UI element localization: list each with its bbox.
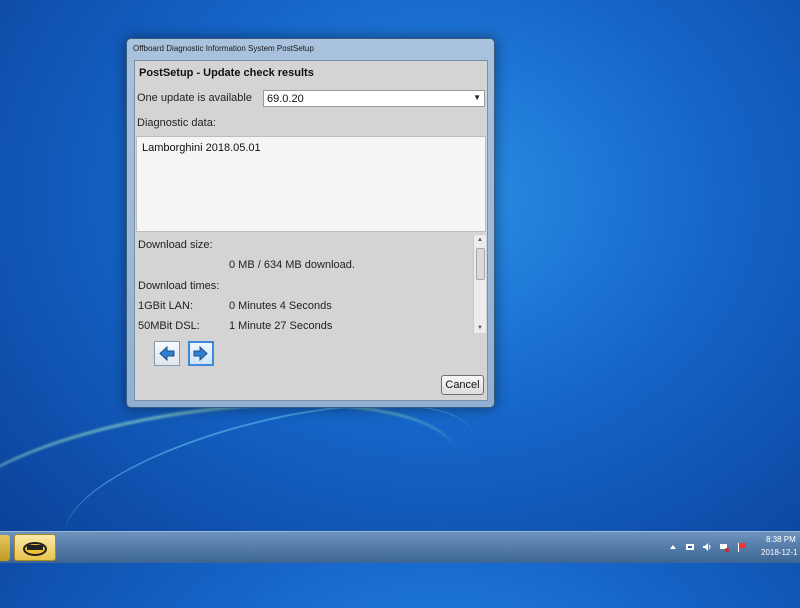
cancel-button[interactable]: Cancel [441, 375, 484, 395]
arrow-left-icon [159, 345, 175, 362]
download-info-panel: Download size: 0 MB / 634 MB download. D… [136, 235, 486, 333]
lan-label: 1GBit LAN: [138, 300, 194, 312]
page-title: PostSetup - Update check results [139, 67, 314, 79]
dsl-label: 50MBit DSL: [138, 320, 200, 332]
back-button[interactable] [154, 341, 180, 366]
list-item[interactable]: Lamborghini 2018.05.01 [142, 142, 261, 154]
postsetup-window: Offboard Diagnostic Information System P… [126, 38, 495, 408]
update-version-select[interactable]: 69.0.20 ▼ [263, 90, 485, 107]
show-hidden-icons-icon[interactable] [668, 542, 678, 552]
window-title: Offboard Diagnostic Information System P… [133, 44, 314, 53]
download-size-label: Download size: [138, 239, 213, 251]
download-times-label: Download times: [138, 280, 220, 292]
dsl-time-value: 1 Minute 27 Seconds [229, 320, 333, 332]
volume-icon[interactable] [702, 542, 712, 552]
chevron-down-icon[interactable]: ▼ [473, 93, 481, 102]
update-available-label: One update is available [137, 92, 252, 104]
scroll-down-icon[interactable]: ▼ [474, 323, 486, 333]
download-size-value: 0 MB / 634 MB download. [229, 259, 355, 271]
arrow-right-icon [193, 345, 208, 362]
diagnostic-data-list[interactable]: Lamborghini 2018.05.01 [136, 136, 486, 232]
car-diagnostic-icon [23, 542, 47, 556]
lan-time-value: 0 Minutes 4 Seconds [229, 300, 332, 312]
taskbar-app-button[interactable] [14, 534, 56, 561]
flag-icon[interactable] [737, 542, 747, 552]
next-button[interactable] [188, 341, 214, 366]
taskbar: 8:38 PM 2018-12-1 [0, 531, 800, 563]
update-version-value: 69.0.20 [267, 93, 304, 105]
clock-date[interactable]: 2018-12-1 [761, 548, 797, 557]
taskbar-app-button-partial[interactable] [0, 535, 10, 561]
diagnostic-data-label: Diagnostic data: [137, 117, 216, 129]
network-icon[interactable] [719, 542, 729, 552]
scroll-up-icon[interactable]: ▲ [474, 235, 486, 245]
info-scrollbar[interactable]: ▲ ▼ [473, 235, 486, 333]
scroll-thumb[interactable] [476, 248, 485, 280]
clock-time[interactable]: 8:38 PM [766, 535, 796, 544]
action-center-icon[interactable] [685, 542, 695, 552]
window-client-area: PostSetup - Update check results One upd… [134, 60, 488, 401]
